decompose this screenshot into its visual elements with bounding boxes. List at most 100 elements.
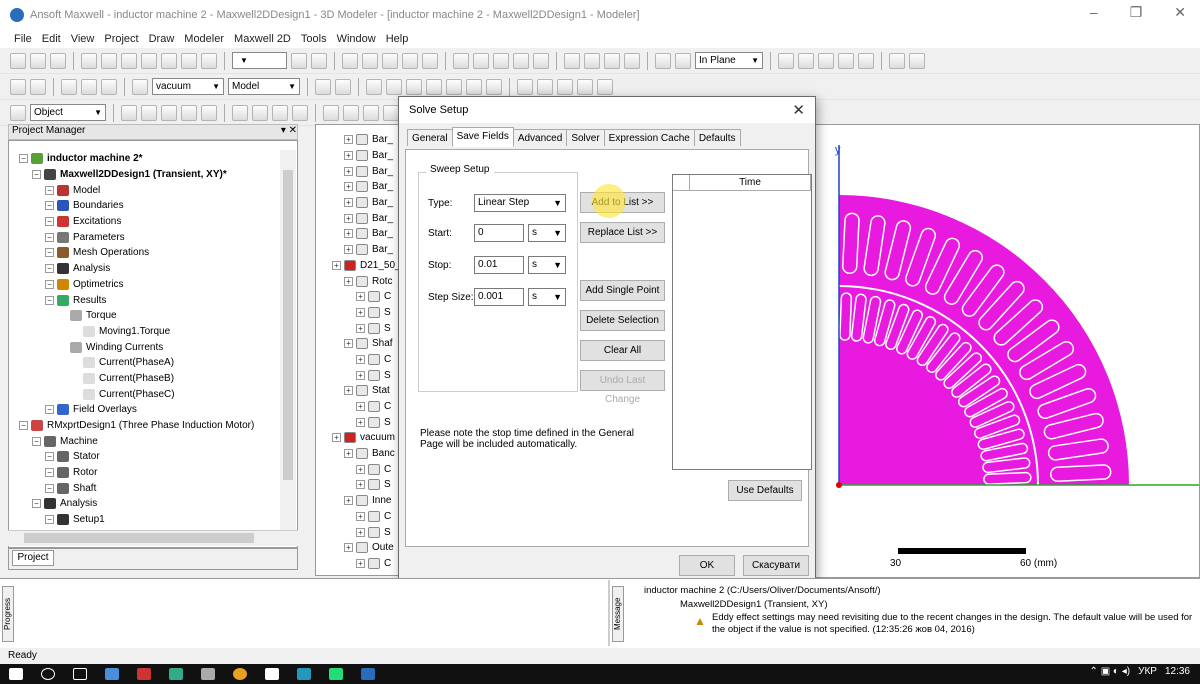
snap4-icon[interactable] <box>426 78 442 95</box>
undo-last-change-button[interactable]: Undo Last Change <box>580 370 665 405</box>
project-tree-item[interactable]: Winding Currents <box>9 339 297 355</box>
expand-toggle-icon[interactable]: + <box>344 245 353 255</box>
project-tree-item[interactable]: Torque <box>9 308 297 324</box>
snap2-icon[interactable] <box>386 78 402 95</box>
tab-project[interactable]: Project <box>12 550 54 566</box>
expand-toggle-icon[interactable]: + <box>356 464 365 474</box>
open-icon[interactable] <box>30 52 46 69</box>
select4-icon[interactable] <box>181 104 197 121</box>
project-tree-item[interactable]: Current(PhaseB) <box>9 371 297 387</box>
view4-icon[interactable] <box>577 78 593 95</box>
stop-input[interactable]: 0.01 <box>474 256 524 274</box>
split-icon[interactable] <box>838 52 854 69</box>
hide-icon[interactable] <box>252 104 268 121</box>
spline-icon[interactable] <box>473 52 489 69</box>
s1-icon[interactable] <box>343 104 359 121</box>
tray-icons[interactable]: ⌃ ▣ ◐ ◂) <box>1090 666 1131 677</box>
tab-defaults[interactable]: Defaults <box>693 129 741 146</box>
expand-toggle-icon[interactable]: − <box>45 515 54 525</box>
project-tree-item[interactable]: − Model <box>9 182 297 198</box>
ok-button[interactable]: OK <box>679 555 735 576</box>
expand-toggle-icon[interactable]: + <box>356 558 365 568</box>
expand-toggle-icon[interactable]: + <box>356 480 365 490</box>
menu-window[interactable]: Window <box>337 33 376 45</box>
menu-tools[interactable]: Tools <box>301 33 327 45</box>
expand-toggle-icon[interactable]: + <box>356 307 365 317</box>
expand-toggle-icon[interactable]: + <box>344 213 353 223</box>
expand-toggle-icon[interactable]: − <box>32 170 41 180</box>
menu-help[interactable]: Help <box>386 33 409 45</box>
person-icon[interactable] <box>292 104 308 121</box>
rotate-view-icon[interactable] <box>323 104 339 121</box>
expand-toggle-icon[interactable]: + <box>356 527 365 537</box>
expand-toggle-icon[interactable]: + <box>356 370 365 380</box>
snap5-icon[interactable] <box>446 78 462 95</box>
expand-toggle-icon[interactable]: − <box>45 201 54 211</box>
delete-icon[interactable] <box>161 52 177 69</box>
menu-file[interactable]: File <box>14 33 32 45</box>
analyze-icon[interactable] <box>311 52 327 69</box>
material-icon[interactable] <box>61 78 77 95</box>
view5-icon[interactable] <box>597 78 613 95</box>
app-icon-3[interactable] <box>201 668 215 680</box>
expand-toggle-icon[interactable]: + <box>332 260 341 270</box>
menu-draw[interactable]: Draw <box>149 33 175 45</box>
select-mode-dropdown[interactable]: Object ▼ <box>30 104 106 121</box>
expand-toggle-icon[interactable]: + <box>356 511 365 521</box>
project-tree-item[interactable]: − Shaft <box>9 480 297 496</box>
tab-solver[interactable]: Solver <box>566 129 605 146</box>
maxwell-taskbar-icon[interactable] <box>361 668 375 680</box>
expand-toggle-icon[interactable]: − <box>32 436 41 446</box>
use-defaults-button[interactable]: Use Defaults <box>728 480 802 501</box>
expand-toggle-icon[interactable]: + <box>344 449 353 459</box>
expand-toggle-icon[interactable]: + <box>356 354 365 364</box>
project-tree-item[interactable]: − Maxwell2DDesign1 (Transient, XY)* <box>9 167 297 183</box>
pin-close-icons[interactable]: ▾ ✕ <box>281 125 297 139</box>
close-icon[interactable]: ✕ <box>792 101 805 119</box>
expand-toggle-icon[interactable]: + <box>344 198 353 208</box>
menu-edit[interactable]: Edit <box>42 33 61 45</box>
material-dropdown[interactable]: vacuum ▼ <box>152 78 224 95</box>
search-icon[interactable] <box>41 668 55 680</box>
dollar-icon[interactable] <box>10 104 26 121</box>
step-unit-select[interactable]: s ▼ <box>528 288 566 306</box>
add-single-point-button[interactable]: Add Single Point <box>580 280 665 301</box>
select5-icon[interactable] <box>201 104 217 121</box>
imprint-icon[interactable] <box>858 52 874 69</box>
expand-toggle-icon[interactable]: − <box>19 421 28 431</box>
cancel-button[interactable]: Скасувати <box>743 555 809 576</box>
rotate-icon[interactable] <box>422 52 438 69</box>
material-select-icon[interactable] <box>132 78 148 95</box>
expand-toggle-icon[interactable]: + <box>344 229 353 239</box>
minimize-button[interactable]: – <box>1090 4 1098 21</box>
project-tree-item[interactable]: Current(PhaseA) <box>9 355 297 371</box>
material3-icon[interactable] <box>101 78 117 95</box>
app-icon-1[interactable] <box>137 668 151 680</box>
expand-toggle-icon[interactable]: − <box>32 499 41 509</box>
model-dropdown[interactable]: Model ▼ <box>228 78 300 95</box>
stop-unit-select[interactable]: s ▼ <box>528 256 566 274</box>
tray-lang[interactable]: УКР <box>1138 666 1157 677</box>
expand-toggle-icon[interactable]: − <box>45 279 54 289</box>
project-tree-item[interactable]: − inductor machine 2* <box>9 151 297 167</box>
help-icon[interactable] <box>10 78 26 95</box>
project-tree-item[interactable]: − Field Overlays <box>9 402 297 418</box>
s3-icon[interactable] <box>383 104 399 121</box>
tray-time[interactable]: 12:36 <box>1165 666 1190 677</box>
whats-this-icon[interactable] <box>30 78 46 95</box>
menu-view[interactable]: View <box>71 33 95 45</box>
line-icon[interactable] <box>453 52 469 69</box>
project-tree-hscroll-thumb[interactable] <box>24 533 254 543</box>
time-column-header[interactable]: Time <box>689 175 811 191</box>
view3-icon[interactable] <box>557 78 573 95</box>
expand-toggle-icon[interactable]: − <box>45 248 54 258</box>
point-icon[interactable] <box>655 52 671 69</box>
validate-icon[interactable] <box>291 52 307 69</box>
show-icon[interactable] <box>272 104 288 121</box>
rectangle-icon[interactable] <box>564 52 580 69</box>
layer2-icon[interactable] <box>335 78 351 95</box>
project-tree-item[interactable]: − Machine <box>9 433 297 449</box>
snap3-icon[interactable] <box>406 78 422 95</box>
snap7-icon[interactable] <box>486 78 502 95</box>
expand-toggle-icon[interactable]: − <box>45 185 54 195</box>
